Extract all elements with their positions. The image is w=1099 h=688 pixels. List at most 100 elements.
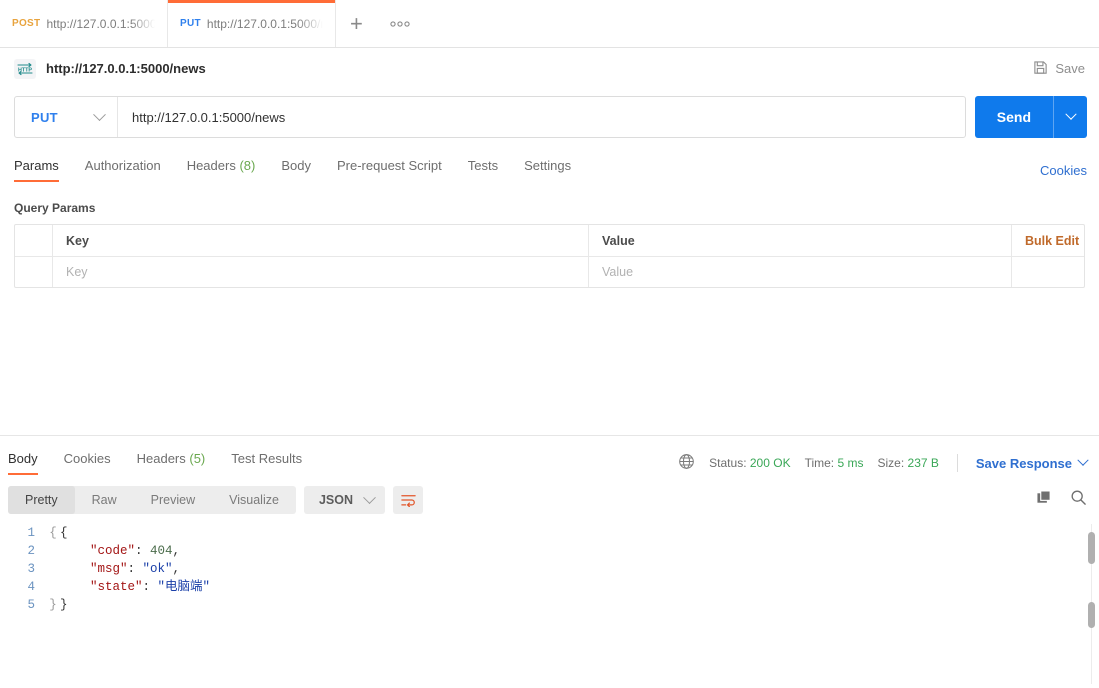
code-token: : (135, 544, 151, 558)
row-checkbox-cell[interactable] (15, 257, 53, 287)
view-mode-preview[interactable]: Preview (134, 486, 212, 514)
url-field: PUT (14, 96, 966, 138)
tab-count: (8) (239, 158, 256, 173)
code-token: , (172, 544, 181, 558)
http-icon: HTTP (14, 58, 36, 79)
line-number: 1 (27, 526, 35, 540)
tab-url-label: http://127.0.0.1:5000/reg (46, 16, 155, 31)
line-numbers: 1 2 3 4 5 (14, 524, 46, 614)
response-language-select[interactable]: JSON (303, 486, 385, 514)
request-tab-settings[interactable]: Settings (511, 158, 584, 182)
response-time: Time: 5 ms (805, 456, 864, 470)
new-tab-icon[interactable]: + (350, 12, 363, 35)
svg-text:HTTP: HTTP (18, 67, 32, 73)
cookies-link[interactable]: Cookies (1040, 163, 1087, 178)
select-all-cell (15, 225, 53, 256)
tab-label: Pre-request Script (336, 158, 442, 173)
response-tab-cookies[interactable]: Cookies (51, 451, 124, 475)
chevron-down-icon (363, 490, 376, 504)
response-tab-body[interactable]: Body (8, 451, 51, 475)
chevron-down-icon (93, 107, 106, 121)
view-mode-visualize[interactable]: Visualize (212, 486, 296, 514)
globe-icon (678, 453, 695, 473)
view-mode-raw[interactable]: Raw (75, 486, 134, 514)
tab-bar: POST http://127.0.0.1:5000/reg PUT http:… (0, 0, 1099, 48)
column-header-key: Key (53, 225, 589, 256)
code-token: : (127, 562, 143, 576)
request-tabs: Params Authorization Headers (8) Body Pr… (0, 155, 1099, 185)
send-button[interactable]: Send (975, 96, 1053, 138)
search-icon[interactable] (1070, 489, 1087, 511)
status-label: Status: (709, 456, 747, 470)
tab-label: Cookies (63, 451, 111, 466)
bulk-edit-button[interactable]: Bulk Edit (1025, 234, 1079, 248)
request-tab-put[interactable]: PUT http://127.0.0.1:5000/new (168, 0, 336, 47)
save-response-label: Save Response (975, 455, 1072, 471)
send-options-chevron-icon[interactable] (1053, 96, 1087, 138)
response-action-icons (1036, 489, 1087, 511)
response-tab-headers[interactable]: Headers (5) (124, 451, 219, 475)
more-options-icon[interactable] (389, 20, 411, 28)
request-tab-params[interactable]: Params (14, 158, 72, 182)
send-button-group: Send (974, 96, 1087, 138)
request-tab-body[interactable]: Body (268, 158, 324, 182)
request-tab-pre-request-script[interactable]: Pre-request Script (324, 158, 455, 182)
chevron-down-icon (1077, 454, 1089, 466)
copy-icon[interactable] (1036, 489, 1053, 511)
save-button[interactable]: Save (1033, 60, 1085, 78)
wrap-text-icon[interactable] (393, 486, 423, 514)
save-button-label: Save (1055, 61, 1085, 76)
code-token: "state" (90, 580, 143, 594)
size-value: 237 B (907, 456, 939, 470)
response-format-bar: Pretty Raw Preview Visualize JSON (0, 485, 1099, 515)
code-line: } (60, 596, 210, 614)
status-code: Status: 200 OK (709, 456, 790, 470)
response-size: Size: 237 B (878, 456, 939, 470)
request-body-empty-area (0, 288, 1099, 435)
request-tab-authorization[interactable]: Authorization (72, 158, 174, 182)
tab-label: Params (14, 158, 59, 173)
code-token: { (60, 526, 68, 540)
response-tab-test-results[interactable]: Test Results (218, 451, 315, 475)
url-bar-row: PUT Send (0, 96, 1099, 138)
save-icon (1033, 60, 1048, 78)
http-method-select[interactable]: PUT (15, 97, 118, 137)
table-header-row: Key Value Bulk Edit (15, 225, 1084, 256)
column-header-value: Value (589, 225, 1012, 256)
request-tab-tests[interactable]: Tests (455, 158, 511, 182)
request-url-input[interactable] (118, 97, 965, 137)
fold-gutter[interactable]: { } (46, 524, 60, 614)
code-line: "code": 404, (60, 542, 210, 560)
line-number: 3 (27, 562, 35, 576)
response-status-bar: Status: 200 OK Time: 5 ms Size: 237 B Sa… (678, 453, 1089, 473)
code-token: "code" (90, 544, 136, 558)
tab-count: (5) (189, 451, 206, 466)
param-key-input[interactable]: Key (53, 257, 589, 287)
request-tab-headers[interactable]: Headers (8) (174, 158, 269, 182)
line-number: 5 (27, 598, 35, 612)
save-response-button[interactable]: Save Response (975, 454, 1089, 471)
code-token: } (60, 598, 68, 612)
view-mode-pretty[interactable]: Pretty (8, 486, 75, 514)
code-token: "ok" (142, 562, 173, 576)
code-token: 404 (150, 544, 173, 558)
scrollbar-thumb-outer[interactable] (1088, 532, 1095, 564)
tab-label: Tests (467, 158, 499, 173)
request-tab-post[interactable]: POST http://127.0.0.1:5000/reg (0, 0, 168, 47)
fold-marker[interactable]: } (46, 596, 60, 614)
scrollbar-thumb-inner[interactable] (1088, 602, 1095, 628)
tab-label: Settings (524, 158, 572, 173)
line-number: 2 (27, 544, 35, 558)
http-method-label: PUT (31, 109, 58, 125)
code-line: "msg": "ok", (60, 560, 210, 578)
response-body-viewer[interactable]: 1 2 3 4 5 { } {"code": 404, "msg": "ok", "… (0, 524, 1099, 684)
panel-divider (0, 435, 1099, 436)
fold-marker[interactable]: { (46, 524, 60, 542)
line-number: 4 (27, 580, 35, 594)
tab-url-label: http://127.0.0.1:5000/new (206, 16, 323, 31)
param-value-input[interactable]: Value (589, 257, 1012, 287)
breadcrumb-row: HTTP http://127.0.0.1:5000/news Save (0, 48, 1099, 89)
